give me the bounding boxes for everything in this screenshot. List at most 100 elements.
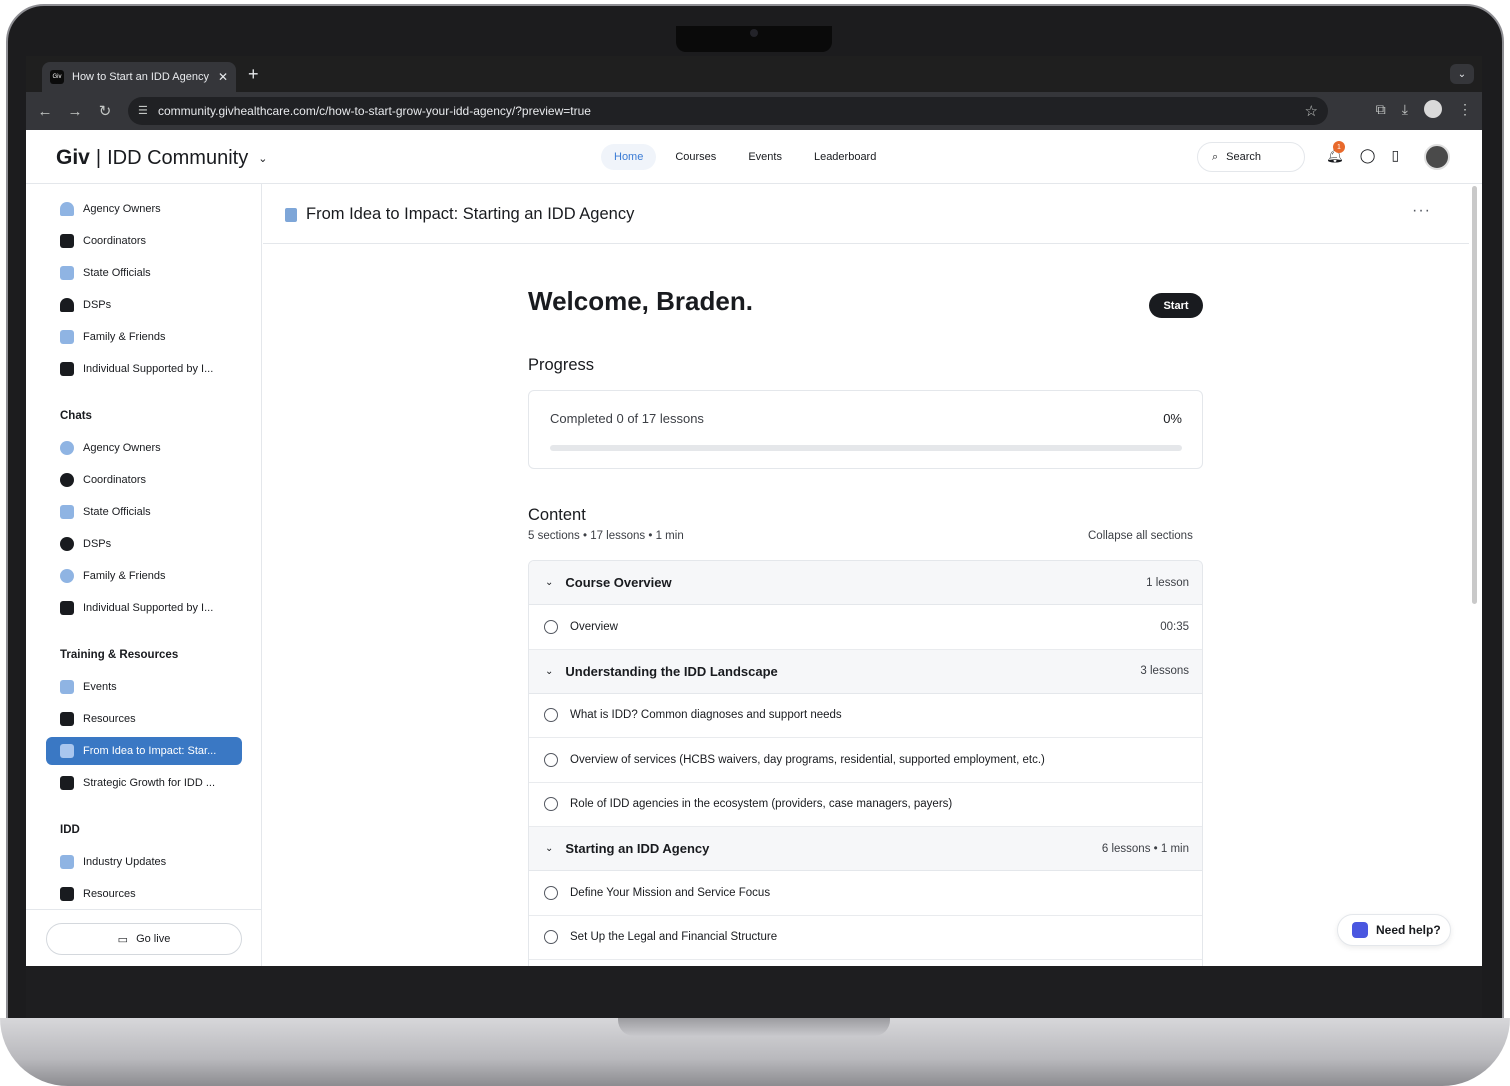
sidebar-item-coordinators[interactable]: Coordinators xyxy=(46,227,242,255)
course-book-icon xyxy=(285,208,297,222)
sidebar-item-chat-state-officials[interactable]: State Officials xyxy=(46,498,242,526)
download-icon[interactable]: ⤓ xyxy=(1402,101,1408,118)
nav-courses[interactable]: Courses xyxy=(662,144,729,170)
sidebar-item-industry-updates[interactable]: Industry Updates xyxy=(46,848,242,876)
document-icon xyxy=(60,887,74,901)
sidebar-item-label: State Officials xyxy=(83,506,151,518)
lesson-row[interactable]: Overview 00:35 xyxy=(529,605,1202,650)
sidebar-item-individual-supported[interactable]: Individual Supported by I... xyxy=(46,355,242,383)
sidebar-item-label: Agency Owners xyxy=(83,203,161,215)
sidebar-item-label: Coordinators xyxy=(83,235,146,247)
profile-avatar-icon[interactable] xyxy=(1424,100,1442,118)
space-header: From Idea to Impact: Starting an IDD Age… xyxy=(263,184,1469,244)
collapse-all-sections-link[interactable]: Collapse all sections xyxy=(1088,530,1193,542)
sidebar-heading-idd[interactable]: IDD xyxy=(60,824,80,836)
url-text: community.givhealthcare.com/c/how-to-sta… xyxy=(158,104,591,118)
sidebar-item-chat-individual-supported[interactable]: Individual Supported by I... xyxy=(46,594,242,622)
scrollbar[interactable] xyxy=(1472,186,1477,604)
notifications-button[interactable]: 🔔︎ 1 xyxy=(1326,141,1345,164)
section-header[interactable]: ⌄ Understanding the IDD Landscape 3 less… xyxy=(529,649,1202,694)
sidebar-heading-training[interactable]: Training & Resources xyxy=(60,649,178,661)
lesson-row[interactable]: Set Up the Legal and Financial Structure xyxy=(529,915,1202,960)
sidebar-heading-chats[interactable]: Chats xyxy=(60,410,92,422)
nav-home[interactable]: Home xyxy=(601,144,657,170)
chevron-down-icon: ⌄ xyxy=(545,665,554,677)
reload-icon[interactable]: ↻ xyxy=(90,102,120,120)
message-icon xyxy=(60,330,74,344)
browser-tab-strip: Giv How to Start an IDD Agency | ✕ + ⌄ xyxy=(26,56,1482,92)
close-tab-icon[interactable]: ✕ xyxy=(218,70,228,84)
bookmark-star-icon[interactable]: ☆ xyxy=(1305,102,1318,120)
site-info-icon[interactable]: ☰ xyxy=(138,104,148,117)
browser-actions: ⧉ ⤓ ⋮ xyxy=(1376,100,1472,118)
bookmarks-icon[interactable]: ▯ xyxy=(1391,147,1399,164)
lesson-title: Role of IDD agencies in the ecosystem (p… xyxy=(570,798,953,811)
section-count: 1 lesson xyxy=(1146,576,1189,589)
community-switcher[interactable]: Giv | IDD Community ⌄ xyxy=(56,146,267,170)
nav-leaderboard[interactable]: Leaderboard xyxy=(801,144,889,170)
more-options-icon[interactable]: ··· xyxy=(1412,202,1431,220)
go-live-label: Go live xyxy=(136,933,171,945)
lesson-row[interactable]: Define Your Mission and Service Focus xyxy=(529,871,1202,916)
sidebar-item-chat-coordinators[interactable]: Coordinators xyxy=(46,466,242,494)
back-icon[interactable]: ← xyxy=(30,103,60,120)
sidebar-item-label: DSPs xyxy=(83,299,112,311)
lesson-duration: 00:35 xyxy=(1160,620,1189,633)
sidebar-item-from-idea-to-impact[interactable]: From Idea to Impact: Star... xyxy=(46,737,242,765)
chat-icon[interactable]: ◯ xyxy=(1360,147,1376,164)
nav-events[interactable]: Events xyxy=(735,144,795,170)
need-help-button[interactable]: Need help? xyxy=(1337,914,1451,946)
video-icon xyxy=(60,680,74,694)
chevron-down-icon: ⌄ xyxy=(545,577,554,588)
course-outline: ⌄ Course Overview 1 lesson Overview 00:3… xyxy=(528,560,1203,966)
chat-dots-icon xyxy=(60,473,74,487)
sidebar: Agency Owners Coordinators State Officia… xyxy=(26,184,262,966)
megaphone-icon xyxy=(60,855,74,869)
lesson-row[interactable]: What is IDD? Common diagnoses and suppor… xyxy=(529,693,1202,738)
sidebar-item-label: DSPs xyxy=(83,538,112,550)
sidebar-item-dsps[interactable]: DSPs xyxy=(46,291,242,319)
sidebar-item-family-friends[interactable]: Family & Friends xyxy=(46,323,242,351)
course-book-icon xyxy=(60,776,74,790)
camera-icon xyxy=(750,29,758,37)
chat-bubbles-icon xyxy=(60,505,74,519)
sidebar-item-idd-resources[interactable]: Resources xyxy=(46,880,242,908)
brand-logo: Giv xyxy=(56,146,90,169)
sidebar-item-strategic-growth[interactable]: Strategic Growth for IDD ... xyxy=(46,769,242,797)
search-button[interactable]: ⌕ Search xyxy=(1197,142,1305,172)
forward-icon[interactable]: → xyxy=(60,103,90,120)
course-book-icon xyxy=(60,744,74,758)
chat-bubbles-icon xyxy=(60,601,74,615)
content-meta: 5 sections • 17 lessons • 1 min xyxy=(528,530,684,542)
sidebar-item-events[interactable]: Events xyxy=(46,673,242,701)
space-title: From Idea to Impact: Starting an IDD Age… xyxy=(306,205,635,223)
sidebar-item-agency-owners[interactable]: Agency Owners xyxy=(46,195,242,223)
browser-tab[interactable]: Giv How to Start an IDD Agency | ✕ xyxy=(42,62,236,92)
favicon-icon: Giv xyxy=(50,70,64,84)
app-header: Giv | IDD Community ⌄ Home Courses Event… xyxy=(26,130,1482,184)
lesson-title: Overview xyxy=(570,620,618,633)
browser-toolbar: ← → ↻ ☰ community.givhealthcare.com/c/ho… xyxy=(26,92,1482,130)
tab-search-icon[interactable]: ⌄ xyxy=(1450,64,1474,84)
sidebar-item-chat-agency-owners[interactable]: Agency Owners xyxy=(46,434,242,462)
main-content: From Idea to Impact: Starting an IDD Age… xyxy=(263,184,1469,966)
sidebar-item-chat-family-friends[interactable]: Family & Friends xyxy=(46,562,242,590)
start-button[interactable]: Start xyxy=(1149,293,1203,318)
browser-menu-icon[interactable]: ⋮ xyxy=(1458,101,1472,118)
section-header[interactable]: ⌄ Course Overview 1 lesson xyxy=(529,561,1202,605)
progress-bar xyxy=(550,445,1182,451)
section-count: 3 lessons xyxy=(1140,665,1189,677)
sidebar-item-state-officials[interactable]: State Officials xyxy=(46,259,242,287)
chevron-down-icon: ⌄ xyxy=(545,843,554,854)
go-live-button[interactable]: ▭ Go live xyxy=(46,923,242,955)
lesson-row[interactable]: Role of IDD agencies in the ecosystem (p… xyxy=(529,782,1202,827)
section-header[interactable]: ⌄ Starting an IDD Agency 6 lessons • 1 m… xyxy=(529,827,1202,871)
lesson-row[interactable]: Overview of services (HCBS waivers, day … xyxy=(529,738,1202,783)
new-tab-icon[interactable]: + xyxy=(248,64,259,85)
laptop-chin xyxy=(26,966,1482,1018)
user-avatar[interactable] xyxy=(1424,144,1450,170)
sidebar-item-resources[interactable]: Resources xyxy=(46,705,242,733)
extensions-icon[interactable]: ⧉ xyxy=(1376,101,1386,118)
sidebar-item-chat-dsps[interactable]: DSPs xyxy=(46,530,242,558)
address-bar[interactable]: ☰ community.givhealthcare.com/c/how-to-s… xyxy=(128,97,1328,125)
